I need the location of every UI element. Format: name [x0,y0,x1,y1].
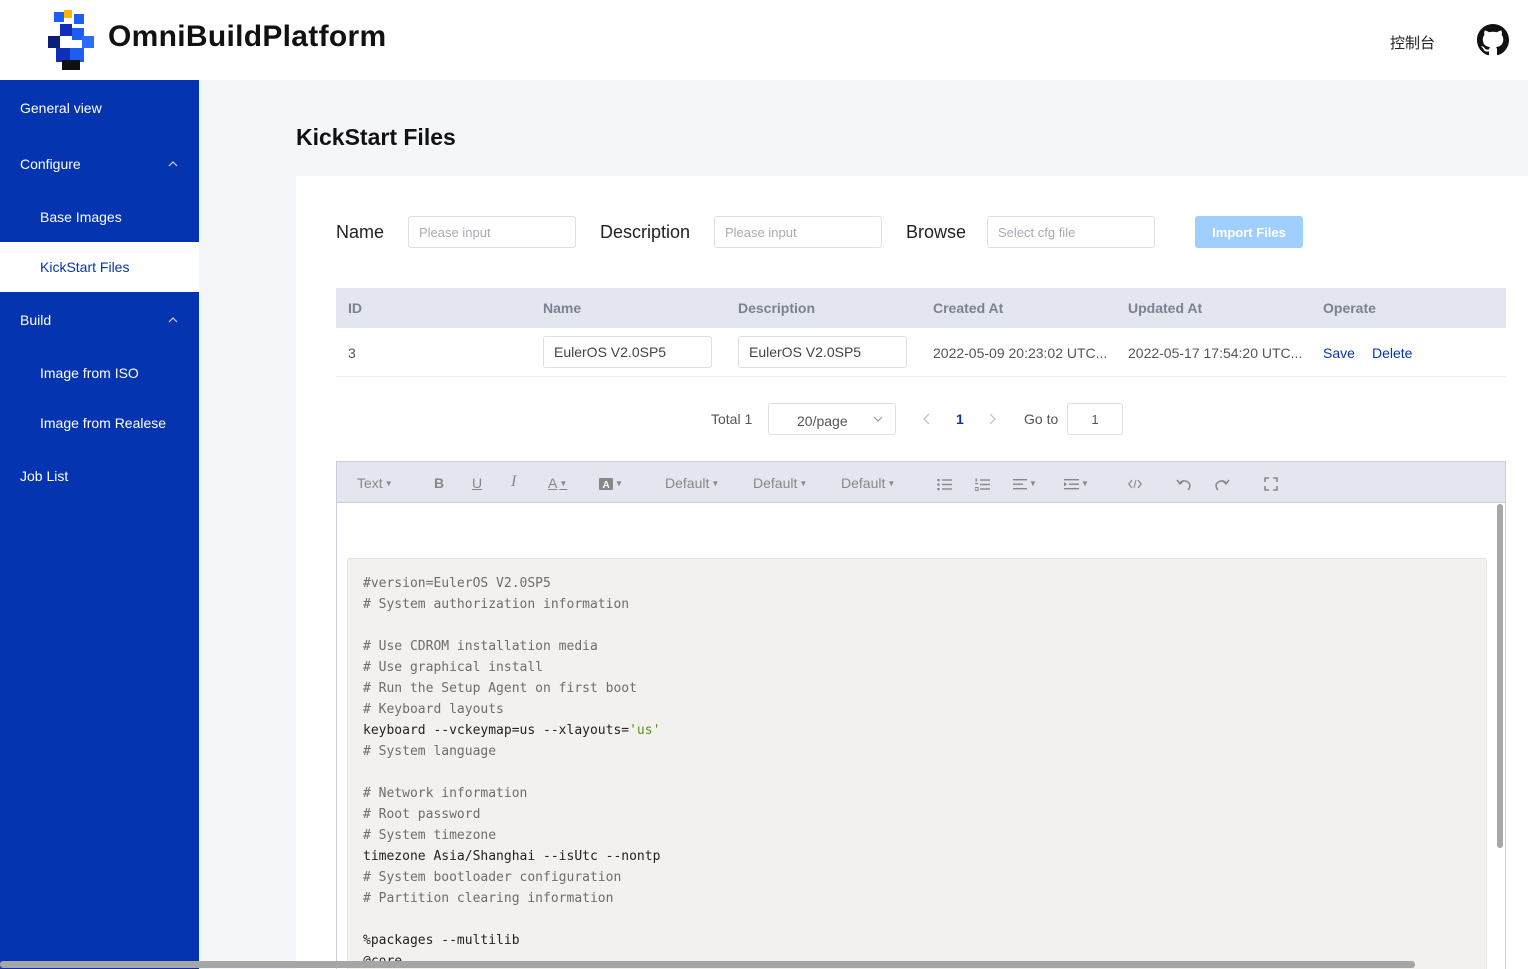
column-header-updated-at: Updated At [1128,300,1203,316]
cell-created-at: 2022-05-09 20:23:02 UTC... [933,345,1108,361]
sidebar-item-job-list[interactable]: Job List [0,451,199,501]
rich-text-editor: Text ▼ B U I A ▼ A ▼ Default ▼ Default ▼ Defa… [336,461,1506,969]
code-line: # System language [363,744,497,759]
browse-file-input[interactable] [987,216,1155,248]
sidebar: General view Configure Base Images KickS… [0,80,199,969]
code-string: 'us' [629,723,661,738]
code-line: # Run the Setup Agent on first boot [363,681,637,696]
cell-id: 3 [348,345,356,361]
font-family-dropdown[interactable]: Default ▼ [665,475,719,491]
fullscreen-icon[interactable] [1264,475,1278,492]
page-size-value: 20/page [797,413,848,429]
code-line: # System timezone [363,828,497,843]
underline-icon[interactable]: U [472,475,482,491]
sidebar-item-label: Build [20,312,52,328]
omnibuild-logo-icon [48,10,94,70]
sidebar-item-label: Image from ISO [40,365,139,381]
line-height-dropdown[interactable]: Default ▼ [841,475,895,491]
column-header-created-at: Created At [933,300,1004,316]
chevron-down-icon [873,416,883,422]
description-input[interactable] [714,216,882,248]
indent-icon[interactable]: ▼ [1064,475,1089,491]
column-header-name: Name [543,300,582,316]
sidebar-item-build[interactable]: Build [0,295,199,345]
svg-text:A: A [603,480,610,490]
sidebar-item-label: Base Images [40,209,122,225]
goto-label: Go to [1024,411,1059,427]
chevron-up-icon [168,161,178,167]
top-header: OmniBuildPlatform 控制台 [0,0,1528,80]
page-title: KickStart Files [296,124,456,150]
code-line: # Root password [363,807,481,822]
pagination-total: Total 1 [711,411,753,427]
code-line: %packages --multilib [363,933,520,948]
sidebar-item-label: Configure [20,156,81,172]
italic-icon[interactable]: I [511,473,516,491]
bullet-list-icon[interactable] [937,475,952,491]
sidebar-item-base-images[interactable]: Base Images [0,192,199,242]
github-icon[interactable] [1477,24,1509,56]
import-files-button[interactable]: Import Files [1195,216,1303,248]
code-icon[interactable] [1128,475,1142,491]
code-line: # Use CDROM installation media [363,639,598,654]
name-label: Name [336,222,385,242]
background-color-icon[interactable]: A ▼ [599,475,623,491]
redo-icon[interactable] [1214,475,1230,491]
editor-toolbar: Text ▼ B U I A ▼ A ▼ Default ▼ Default ▼ Defa… [337,462,1505,503]
column-header-id: ID [348,300,362,316]
code-block[interactable]: #version=EulerOS V2.0SP5 # System author… [347,558,1487,969]
code-line: # Use graphical install [363,660,544,675]
name-input[interactable] [408,216,576,248]
code-line: # Network information [363,786,528,801]
table-header: ID Name Description Created At Updated A… [336,288,1506,328]
align-icon[interactable]: ▼ [1013,475,1037,491]
text-style-dropdown[interactable]: Text ▼ [357,475,393,491]
sidebar-item-label: Job List [20,468,69,484]
sidebar-item-label: General view [20,100,102,116]
goto-page-input[interactable] [1067,403,1123,435]
brand-name: OmniBuildPlatform [108,20,387,53]
code-line: timezone Asia/Shanghai --isUtc --nontp [363,849,661,864]
chevron-left-icon[interactable] [922,413,932,425]
sidebar-item-general-view[interactable]: General view [0,83,199,133]
chevron-up-icon [168,317,178,323]
delete-button[interactable]: Delete [1372,345,1412,361]
editor-vertical-scrollbar[interactable] [1497,504,1503,848]
cell-description-input[interactable] [738,336,907,368]
sidebar-item-configure[interactable]: Configure [0,139,199,189]
code-line: # Partition clearing information [363,891,614,906]
undo-icon[interactable] [1176,475,1192,491]
cell-updated-at: 2022-05-17 17:54:20 UTC... [1128,345,1303,361]
browse-label: Browse [906,222,967,242]
sidebar-item-label: KickStart Files [40,259,130,275]
column-header-description: Description [738,300,816,316]
page-size-select[interactable]: 20/page [768,403,896,435]
sidebar-item-kickstart-files[interactable]: KickStart Files [0,242,199,292]
code-line: #version=EulerOS V2.0SP5 [363,576,551,591]
code-line: # System authorization information [363,597,630,612]
cell-name-input[interactable] [543,336,712,368]
font-size-dropdown[interactable]: Default ▼ [753,475,807,491]
chevron-right-icon[interactable] [987,413,997,425]
horizontal-scrollbar[interactable] [0,961,1415,968]
current-page-number[interactable]: 1 [956,411,964,427]
console-link[interactable]: 控制台 [1390,32,1435,53]
code-line: keyboard --vckeymap=us --xlayouts='us' [363,723,661,738]
bold-icon[interactable]: B [434,475,444,491]
code-line: # System bootloader configuration [363,870,622,885]
column-header-operate: Operate [1323,300,1376,316]
numbered-list-icon[interactable] [975,475,990,491]
save-button[interactable]: Save [1323,345,1355,361]
table-row: 3 2022-05-09 20:23:02 UTC... 2022-05-17 … [336,328,1506,377]
description-label: Description [600,222,691,242]
code-line: # Keyboard layouts [363,702,504,717]
sidebar-item-label: Image from Realese [40,415,167,431]
font-color-icon[interactable]: A ▼ [548,475,567,491]
sidebar-item-image-from-iso[interactable]: Image from ISO [0,348,199,398]
sidebar-item-image-from-realese[interactable]: Image from Realese [0,398,199,448]
